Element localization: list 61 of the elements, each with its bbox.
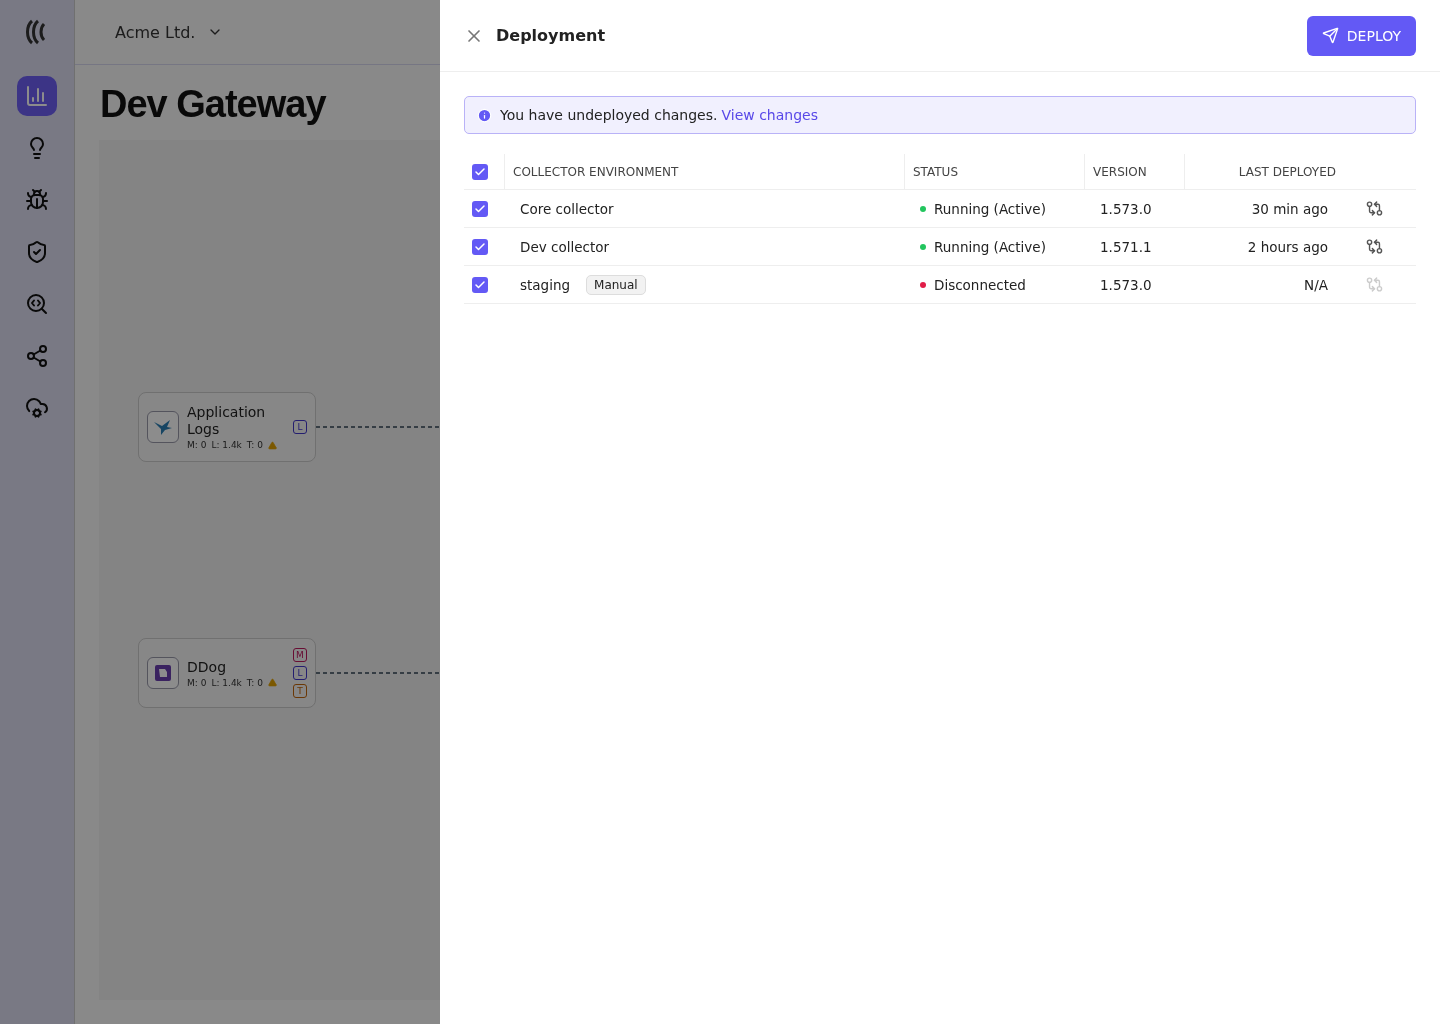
view-changes-link[interactable]: View changes — [721, 107, 818, 123]
node-stat: M: 0 — [187, 677, 207, 688]
check-icon — [474, 165, 486, 178]
node-name: DDog — [187, 658, 227, 676]
notice-text: You have undeployed changes. — [500, 107, 718, 123]
node-stat: L: 1.4k — [211, 440, 242, 450]
column-header: STATUS — [913, 164, 959, 179]
node-stat: L: 1.4k — [211, 677, 242, 688]
collector-name: Dev collector — [520, 238, 609, 255]
node-stat: M: 0 — [187, 440, 207, 450]
node-stat: T: 0 — [246, 677, 263, 688]
nav-button[interactable] — [17, 76, 57, 116]
signal-badge: T — [293, 684, 307, 698]
version-text: 1.573.0 — [1100, 200, 1152, 217]
bug-icon — [25, 188, 49, 212]
chart-icon — [25, 84, 49, 108]
paper-plane-icon — [1321, 27, 1339, 44]
manual-tag: Manual — [586, 274, 646, 295]
code-search-icon — [25, 292, 49, 316]
row-checkbox[interactable] — [472, 200, 488, 217]
compare-icon — [1366, 276, 1383, 293]
collector-name: Core collector — [520, 200, 614, 217]
pipeline-node[interactable]: DDog M: 0 L: 1.4k T: 0 M L T — [138, 638, 316, 708]
collector-name: staging — [520, 276, 571, 293]
check-icon — [474, 278, 486, 291]
last-deployed-text: N/A — [1304, 276, 1328, 293]
compare-button[interactable] — [1366, 200, 1383, 217]
column-header: LAST DEPLOYED — [1238, 164, 1336, 179]
select-all-checkbox[interactable] — [472, 163, 488, 180]
compare-button[interactable] — [1366, 238, 1383, 255]
pipeline-node[interactable]: Application Logs M: 0 L: 1.4k T: 0 L — [138, 392, 316, 462]
dog-icon — [154, 664, 172, 682]
graph-icon — [25, 344, 49, 368]
version-text: 1.571.1 — [1100, 238, 1152, 255]
cloud-gear-icon — [25, 396, 49, 420]
node-stat: T: 0 — [246, 440, 263, 450]
status-text: Disconnected — [934, 276, 1026, 293]
last-deployed-text: 30 min ago — [1251, 200, 1328, 217]
signal-badge: M — [293, 648, 307, 662]
shield-icon — [25, 240, 49, 264]
bird-icon — [153, 419, 173, 435]
version-text: 1.573.0 — [1100, 276, 1152, 293]
info-icon — [477, 107, 492, 123]
column-header: VERSION — [1093, 164, 1147, 179]
compare-icon — [1366, 238, 1383, 255]
last-deployed-text: 2 hours ago — [1247, 238, 1328, 255]
row-checkbox[interactable] — [472, 276, 488, 293]
deploy-button[interactable]: DEPLOY — [1306, 15, 1416, 56]
node-name: Application Logs — [187, 404, 267, 438]
page-title: Dev Gateway — [100, 83, 326, 126]
column-header: COLLECTOR ENVIRONMENT — [513, 164, 679, 179]
org-selector[interactable]: Acme Ltd. — [109, 21, 230, 43]
check-icon — [474, 202, 486, 215]
row-checkbox[interactable] — [472, 238, 488, 255]
signal-badge: L — [293, 666, 307, 680]
check-icon — [474, 240, 486, 253]
status-text: Running (Active) — [934, 238, 1046, 255]
drawer-title: Deployment — [496, 26, 607, 45]
status-text: Running (Active) — [934, 200, 1046, 217]
signal-badge: L — [293, 420, 307, 434]
compare-icon — [1366, 200, 1383, 217]
